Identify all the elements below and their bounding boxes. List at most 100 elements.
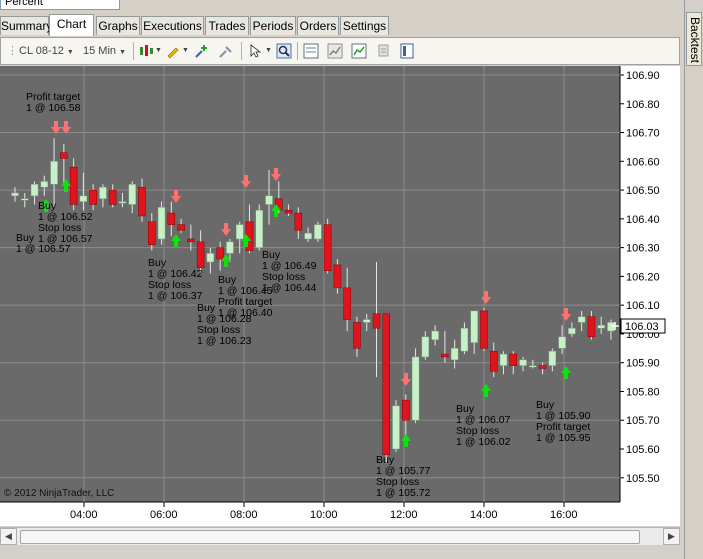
instrument-selector[interactable]: CL 08-12 ▼ — [19, 42, 74, 60]
candle-down — [509, 353, 518, 366]
chart-properties-icon[interactable] — [303, 43, 319, 59]
candle-up — [226, 241, 234, 254]
candle-up — [558, 336, 566, 349]
candle-down — [538, 365, 547, 369]
candle-up — [235, 224, 244, 240]
candle-down — [294, 212, 303, 231]
instrument-label: CL 08-12 — [19, 45, 64, 57]
data-box-icon[interactable] — [327, 43, 343, 59]
x-tick-label: 04:00 — [70, 509, 98, 521]
chart-panel[interactable]: Profit target 1 @ 106.58 Buy 1 @ 106.57 Buy 1… — [0, 66, 680, 526]
y-tick-label: 106.40 — [626, 214, 660, 226]
candle-down — [187, 238, 195, 243]
copyright-text: © 2012 NinjaTrader, LLC — [4, 488, 114, 499]
candle-up — [50, 161, 58, 185]
chevron-down-icon[interactable]: ▼ — [155, 42, 162, 60]
strategy-icon[interactable] — [218, 43, 234, 59]
trade-annotation-text: 1 @ 105.95 — [536, 432, 591, 444]
top-strip: Percent — [0, 0, 703, 12]
strategy-parameter-field[interactable]: Percent — [0, 0, 120, 10]
candle-up — [206, 253, 215, 263]
time-axis[interactable] — [0, 502, 680, 526]
y-tick-label: 106.80 — [626, 99, 660, 111]
copy-icon[interactable] — [375, 43, 391, 59]
toolbar-separator — [133, 42, 134, 60]
chevron-down-icon[interactable]: ▼ — [265, 42, 272, 60]
candle-up — [157, 207, 166, 240]
candle-down — [372, 313, 381, 329]
chevron-down-icon[interactable]: ▼ — [182, 42, 189, 60]
bar-type-icon[interactable] — [138, 43, 154, 59]
candle-up — [548, 350, 557, 366]
candle-up — [21, 198, 29, 201]
candle-down — [323, 224, 332, 271]
scroll-thumb[interactable] — [20, 530, 640, 544]
y-tick-label: 106.30 — [626, 243, 660, 255]
trade-annotation-text: 1 @ 106.23 — [197, 335, 252, 347]
candle-down — [382, 313, 391, 456]
candle-up — [99, 186, 107, 199]
template-icon[interactable] — [399, 43, 415, 59]
candle-up — [314, 224, 322, 240]
scroll-right-button[interactable]: ▶ — [663, 528, 680, 545]
chevron-down-icon: ▼ — [66, 49, 74, 56]
candle-up — [421, 336, 430, 358]
candle-up — [499, 353, 508, 366]
toolbar-grip: ⋮ — [7, 45, 18, 57]
pencil-icon[interactable] — [165, 43, 181, 59]
y-tick-label: 106.60 — [626, 156, 660, 168]
candle-up — [568, 327, 576, 335]
y-tick-label: 106.10 — [626, 300, 660, 312]
trade-annotation-text: 1 @ 106.57 — [38, 233, 93, 245]
interval-label: 15 Min — [83, 45, 117, 57]
candle-down — [402, 399, 410, 421]
candle-up — [118, 201, 127, 204]
tab-summary[interactable]: Summary — [0, 16, 52, 35]
tab-periods[interactable]: Periods — [250, 16, 296, 35]
pointer-icon[interactable] — [247, 43, 263, 59]
candle-up — [529, 365, 537, 368]
candle-up — [519, 359, 527, 366]
candle-up — [128, 184, 136, 205]
horizontal-scrollbar[interactable]: ◀ ▶ — [0, 527, 680, 545]
tab-orders[interactable]: Orders — [297, 16, 339, 35]
candle-up — [460, 327, 469, 352]
candle-down — [89, 189, 97, 205]
scroll-left-button[interactable]: ◀ — [0, 528, 17, 545]
zoom-icon[interactable] — [276, 43, 292, 59]
price-chart[interactable]: Profit target1 @ 106.58Buy1 @ 106.57Buy1… — [0, 66, 680, 526]
candle-up — [470, 310, 478, 343]
candle-up — [450, 348, 459, 361]
candle-up — [411, 356, 420, 421]
trade-annotation-text: 1 @ 106.02 — [456, 436, 511, 448]
candle-up — [79, 195, 88, 202]
tab-executions[interactable]: Executions — [141, 16, 204, 35]
candle-up — [40, 181, 49, 188]
tab-chart[interactable]: Chart — [49, 14, 94, 36]
status-strip — [0, 545, 684, 559]
tab-trades[interactable]: Trades — [205, 16, 249, 35]
x-tick-label: 06:00 — [150, 509, 178, 521]
candle-down — [353, 322, 361, 349]
tab-graphs[interactable]: Graphs — [96, 16, 140, 35]
side-tab-backtest[interactable]: Backtest — [686, 12, 702, 66]
y-tick-label: 105.90 — [626, 358, 660, 370]
tab-bar: Summary Chart Graphs Executions Trades P… — [0, 14, 680, 36]
trade-annotation-text: 1 @ 106.44 — [262, 282, 317, 294]
candle-up — [11, 192, 19, 197]
candle-down — [480, 310, 488, 349]
candle-down — [216, 247, 224, 260]
y-tick-label: 106.20 — [626, 271, 660, 283]
side-tab-label: Backtest — [688, 17, 702, 64]
candle-down — [587, 316, 596, 338]
add-indicator-icon[interactable] — [194, 43, 210, 59]
right-side-panel — [684, 0, 703, 559]
candle-up — [597, 325, 605, 329]
chart-image-icon[interactable] — [351, 43, 367, 59]
tab-settings[interactable]: Settings — [340, 16, 389, 35]
candle-down — [69, 166, 78, 205]
candle-down — [196, 241, 205, 269]
candle-down — [60, 152, 68, 159]
interval-selector[interactable]: 15 Min ▼ — [83, 42, 126, 60]
chart-toolbar: ⋮ CL 08-12 ▼ 15 Min ▼ ▼ ▼ ▼ — [0, 37, 680, 65]
